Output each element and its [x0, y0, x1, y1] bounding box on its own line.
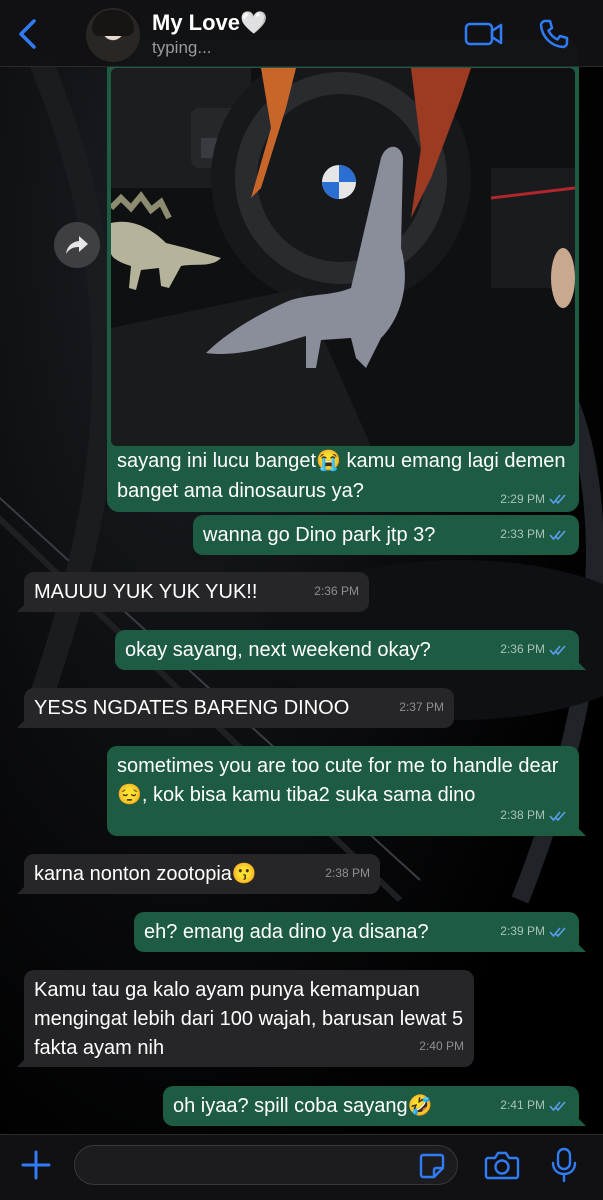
double-check-icon — [549, 1100, 566, 1111]
camera-icon[interactable] — [484, 1149, 520, 1181]
message-time: 2:37 PM — [399, 700, 444, 714]
message-time: 2:41 PM — [500, 1098, 545, 1112]
message-text: karna nonton zootopia😗 — [34, 863, 257, 885]
avatar[interactable] — [86, 8, 140, 62]
message-text: eh? emang ada dino ya disana? — [144, 921, 429, 943]
back-chevron-icon[interactable] — [14, 18, 42, 50]
message-time: 2:29 PM — [500, 492, 545, 506]
message-bubble-incoming[interactable]: YESS NGDATES BARENG DINOO 2:37 PM — [24, 688, 454, 728]
phone-icon[interactable] — [538, 18, 570, 50]
message-time: 2:38 PM — [325, 866, 370, 880]
message-meta: 2:39 PM — [500, 917, 569, 946]
message-bubble-outgoing[interactable]: oh iyaa? spill coba sayang🤣 2:41 PM — [163, 1086, 579, 1126]
double-check-icon — [549, 926, 566, 937]
microphone-icon[interactable] — [550, 1147, 578, 1183]
message-meta: 2:37 PM — [399, 693, 444, 722]
message-text: MAUUU YUK YUK YUK!! — [34, 581, 258, 603]
message-text: sometimes you are too cute for me to han… — [117, 755, 559, 806]
message-time: 2:40 PM — [419, 1039, 464, 1053]
message-meta: 2:41 PM — [500, 1091, 569, 1120]
dinosaur-photo[interactable] — [111, 68, 575, 446]
message-input[interactable] — [74, 1145, 458, 1185]
message-bubble-outgoing[interactable]: sometimes you are too cute for me to han… — [107, 746, 579, 836]
message-bubble-outgoing[interactable]: eh? emang ada dino ya disana? 2:39 PM — [134, 912, 579, 952]
message-text: oh iyaa? spill coba sayang🤣 — [173, 1095, 433, 1117]
message-text: wanna go Dino park jtp 3? — [203, 524, 436, 546]
double-check-icon — [549, 810, 566, 821]
message-text: okay sayang, next weekend okay? — [125, 639, 431, 661]
message-meta: 2:40 PM — [419, 1032, 464, 1061]
message-meta: 2:29 PM — [500, 492, 569, 506]
message-bubble-incoming[interactable]: Kamu tau ga kalo ayam punya kemampuan me… — [24, 970, 474, 1067]
double-check-icon — [549, 644, 566, 655]
sticker-icon[interactable] — [418, 1152, 446, 1180]
message-bubble-outgoing[interactable]: okay sayang, next weekend okay? 2:36 PM — [115, 630, 579, 670]
forward-icon — [66, 236, 88, 254]
image-message[interactable]: sayang ini lucu banget😭 kamu emang lagi … — [107, 40, 579, 512]
message-time: 2:33 PM — [500, 527, 545, 541]
message-bubble-incoming[interactable]: karna nonton zootopia😗 2:38 PM — [24, 854, 380, 894]
message-meta: 2:38 PM — [500, 801, 569, 830]
message-bubble-incoming[interactable]: MAUUU YUK YUK YUK!! 2:36 PM — [24, 572, 369, 612]
message-text: Kamu tau ga kalo ayam punya kemampuan me… — [34, 979, 464, 1059]
double-check-icon — [549, 529, 566, 540]
message-time: 2:36 PM — [314, 584, 359, 598]
video-call-icon[interactable] — [464, 20, 504, 48]
message-time: 2:38 PM — [500, 808, 545, 822]
message-bubble-outgoing[interactable]: wanna go Dino park jtp 3? 2:33 PM — [193, 515, 579, 555]
message-text: YESS NGDATES BARENG DINOO — [34, 697, 350, 719]
plus-icon[interactable] — [18, 1147, 54, 1183]
chat-header: My Love🤍 typing... — [0, 0, 603, 67]
contact-name[interactable]: My Love🤍 — [152, 10, 267, 36]
message-time: 2:36 PM — [500, 642, 545, 656]
message-meta: 2:36 PM — [500, 635, 569, 664]
double-check-icon — [549, 494, 566, 505]
message-meta: 2:38 PM — [325, 859, 370, 888]
typing-status: typing... — [152, 38, 212, 57]
message-meta: 2:36 PM — [314, 577, 359, 606]
message-meta: 2:33 PM — [500, 520, 569, 549]
forward-button[interactable] — [54, 222, 100, 268]
message-time: 2:39 PM — [500, 924, 545, 938]
message-input-bar — [0, 1134, 603, 1200]
